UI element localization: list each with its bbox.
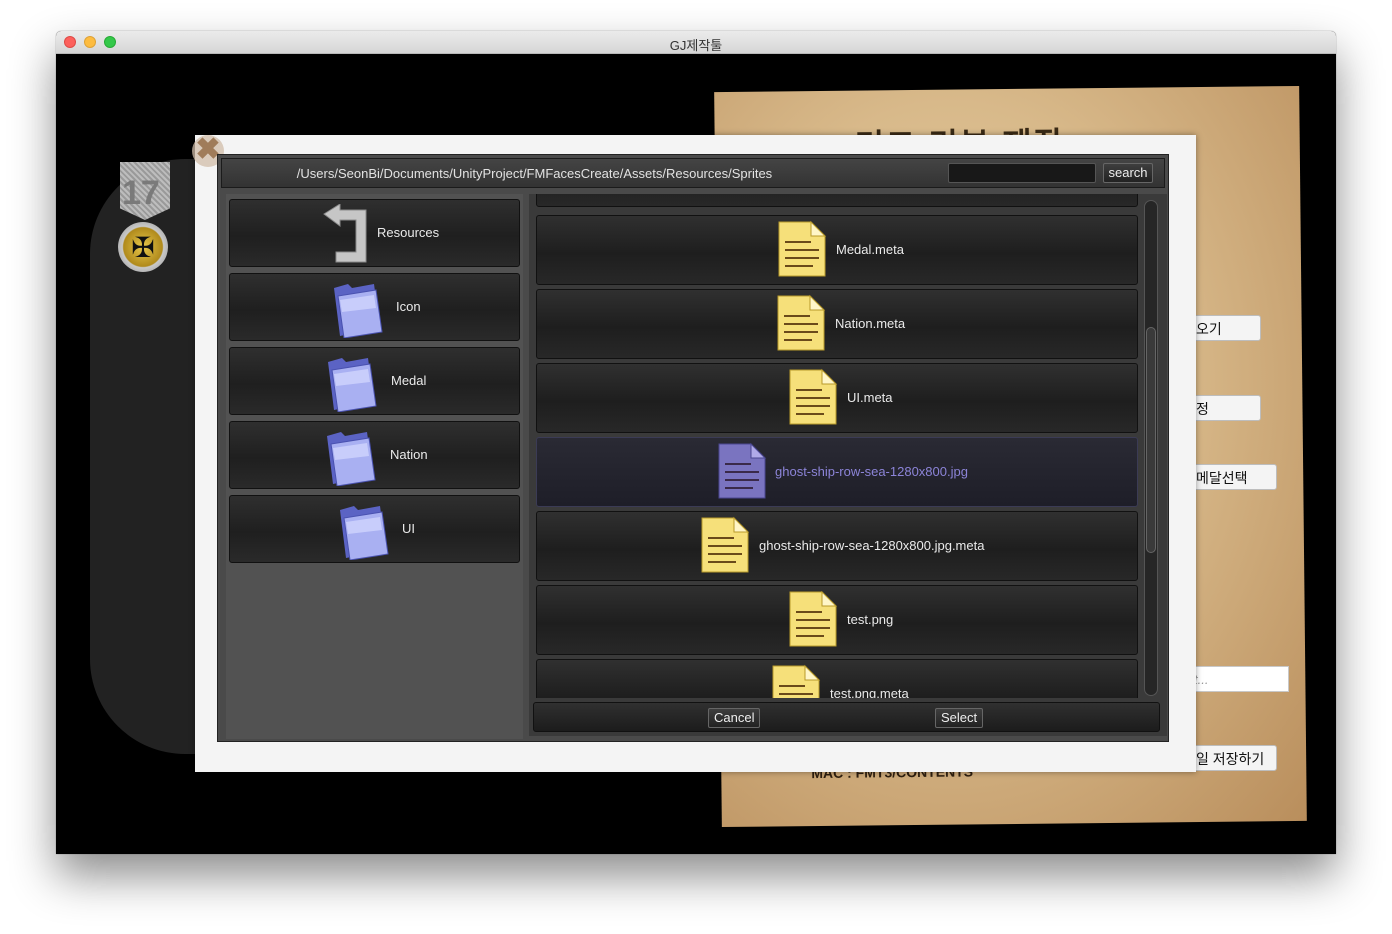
- save-file-button[interactable]: 일 저장하기: [1189, 745, 1277, 771]
- file-list[interactable]: Medal.meta Nation.meta UI.meta ghost-shi…: [529, 194, 1141, 698]
- folder-list: Resources Icon Medal Nation UI: [226, 194, 523, 739]
- search-input[interactable]: [948, 163, 1096, 183]
- select-button[interactable]: Select: [935, 708, 984, 728]
- file-item-medal-meta[interactable]: Medal.meta: [536, 215, 1138, 285]
- medal-number: 17: [122, 174, 160, 212]
- folder-item-medal[interactable]: Medal: [229, 347, 520, 415]
- eagle-emblem-icon: ✠: [118, 222, 168, 272]
- file-item-test-png-meta[interactable]: test.png.meta: [536, 659, 1138, 698]
- folder-label-ui: UI: [402, 521, 415, 536]
- folder-icon: [340, 506, 389, 560]
- file-label-ghost-ship-jpg: ghost-ship-row-sea-1280x800.jpg: [775, 464, 968, 479]
- file-item-test-png[interactable]: test.png: [536, 585, 1138, 655]
- file-item-nation-meta[interactable]: Nation.meta: [536, 289, 1138, 359]
- file-item-ghost-ship-jpg-meta[interactable]: ghost-ship-row-sea-1280x800.jpg.meta: [536, 511, 1138, 581]
- file-item-partial[interactable]: [536, 194, 1138, 207]
- document-icon: [777, 294, 826, 351]
- folder-icon: [334, 284, 383, 338]
- document-icon: [701, 516, 750, 573]
- folder-label-medal: Medal: [391, 373, 427, 388]
- cancel-button[interactable]: Cancel: [708, 708, 761, 728]
- background-text-input[interactable]: t...: [1189, 666, 1289, 692]
- load-button[interactable]: 오기: [1189, 315, 1261, 341]
- file-label-medal-meta: Medal.meta: [836, 242, 904, 257]
- back-arrow-icon: [323, 204, 367, 263]
- document-icon: [718, 442, 767, 499]
- folder-item-ui[interactable]: UI: [229, 495, 520, 563]
- file-label-ui-meta: UI.meta: [847, 390, 893, 405]
- document-icon: [789, 590, 838, 647]
- medal-select-button[interactable]: 메달선택: [1189, 464, 1277, 490]
- file-list-scrollbar[interactable]: [1144, 200, 1158, 696]
- folder-item-resources[interactable]: Resources: [229, 199, 520, 267]
- file-item-ghost-ship-jpg[interactable]: ghost-ship-row-sea-1280x800.jpg: [536, 437, 1138, 507]
- folder-icon: [327, 432, 376, 486]
- file-label-test-png: test.png: [847, 612, 894, 627]
- folder-item-icon[interactable]: Icon: [229, 273, 520, 341]
- file-list-pane: Medal.meta Nation.meta UI.meta ghost-shi…: [529, 194, 1167, 736]
- file-label-test-png-meta: test.png.meta: [830, 686, 909, 698]
- document-icon: [772, 664, 821, 698]
- title-bar: GJ제작툴: [56, 31, 1336, 54]
- dialog-button-bar: Cancel Select: [533, 702, 1160, 732]
- file-label-nation-meta: Nation.meta: [835, 316, 906, 331]
- settings-button[interactable]: 정: [1189, 395, 1261, 421]
- current-path: /Users/SeonBi/Documents/UnityProject/FMF…: [296, 166, 773, 181]
- folder-label-nation: Nation: [390, 447, 428, 462]
- app-content: 17 ✠ 리그 리뷰 제작... MAC : FMT3/CONTENTS 오기 …: [56, 54, 1336, 854]
- folder-label-icon: Icon: [396, 299, 421, 314]
- search-button[interactable]: search: [1103, 163, 1153, 183]
- folder-icon: [328, 358, 377, 412]
- document-icon: [789, 368, 838, 425]
- folder-item-nation[interactable]: Nation: [229, 421, 520, 489]
- app-window: GJ제작툴 17 ✠ 리그 리뷰 제작... MAC : FMT3/CONTEN…: [56, 31, 1336, 854]
- scrollbar-thumb[interactable]: [1146, 327, 1156, 553]
- folder-label-resources: Resources: [377, 225, 440, 240]
- window-title: GJ제작툴: [669, 38, 723, 53]
- medal-image[interactable]: 17 ✠: [116, 162, 174, 272]
- document-icon: [778, 220, 827, 277]
- path-bar: /Users/SeonBi/Documents/UnityProject/FMF…: [221, 158, 1165, 188]
- file-item-ui-meta[interactable]: UI.meta: [536, 363, 1138, 433]
- file-label-ghost-ship-jpg-meta: ghost-ship-row-sea-1280x800.jpg.meta: [759, 538, 985, 553]
